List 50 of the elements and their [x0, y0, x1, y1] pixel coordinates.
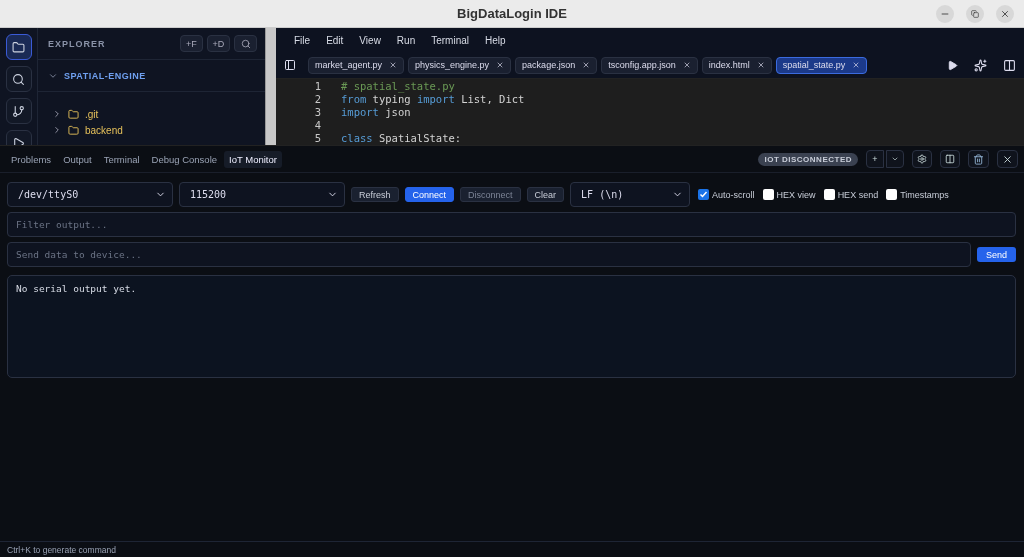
editor-tab[interactable]: spatial_state.py	[775, 56, 868, 74]
editor-tab[interactable]: market_agent.py	[308, 56, 405, 74]
panel-tab[interactable]: Debug Console	[146, 150, 223, 168]
project-name[interactable]: SPATIAL-ENGINE	[64, 70, 146, 81]
checkbox-label[interactable]: HEX send	[837, 189, 879, 200]
editor-tab[interactable]: index.html	[701, 56, 772, 74]
menu-item[interactable]: Terminal	[423, 34, 477, 46]
menu-item[interactable]: View	[351, 34, 389, 46]
baud-select[interactable]: 115200	[179, 182, 345, 207]
filter-field[interactable]: Filter output...	[7, 212, 1016, 237]
new-file-button[interactable]: +F	[180, 35, 203, 52]
menu-item[interactable]: File	[286, 34, 319, 46]
connection-status: IOT DISCONNECTED	[758, 152, 858, 166]
secondary-button[interactable]: Clear	[526, 187, 565, 202]
line-ending-select[interactable]: LF (\n)	[570, 182, 691, 207]
send-field[interactable]: Send data to device...	[7, 242, 971, 267]
send-button[interactable]: Send	[976, 247, 1016, 262]
port-select[interactable]: /dev/ttyS0	[7, 182, 173, 207]
menu-item[interactable]: Edit	[318, 34, 352, 46]
checkbox-label[interactable]: Auto-scroll	[712, 189, 755, 200]
explorer-title: EXPLORER	[48, 38, 107, 49]
status-hint: Ctrl+K to generate command	[7, 544, 116, 555]
line-number: 1	[313, 80, 321, 93]
editor-tab[interactable]: physics_engine.py	[408, 56, 512, 74]
panel-tab[interactable]: Output	[58, 150, 97, 168]
new-folder-button[interactable]: +D	[207, 35, 230, 52]
code-line: import json	[340, 106, 411, 119]
output-text: No serial output yet.	[16, 283, 137, 294]
add-button[interactable]: +	[866, 150, 884, 168]
code-line: # spatial_state.py	[340, 80, 455, 93]
secondary-button[interactable]: Refresh	[351, 187, 399, 202]
line-number: 3	[313, 106, 321, 119]
checkbox-label[interactable]: Timestamps	[900, 189, 949, 200]
panel-tab[interactable]: Terminal	[98, 150, 145, 168]
line-number: 4	[313, 119, 321, 132]
editor-tab[interactable]: package.json	[515, 56, 598, 74]
code-line: from typing import List, Dict	[340, 93, 525, 106]
panel-tab[interactable]: Problems	[6, 150, 57, 168]
window-title: BigDataLogin IDE	[457, 6, 567, 21]
folder-name[interactable]: backend	[85, 124, 123, 136]
line-number: 2	[313, 93, 321, 106]
line-number: 5	[313, 132, 321, 145]
panel-tab[interactable]: IoT Monitor	[224, 150, 282, 168]
folder-name[interactable]: .git	[85, 108, 99, 120]
editor-tab[interactable]: tsconfig.app.json	[601, 56, 698, 74]
checkbox-label[interactable]: HEX view	[776, 189, 816, 200]
primary-button[interactable]: Connect	[404, 187, 455, 202]
menu-item[interactable]: Run	[388, 34, 424, 46]
menu-item[interactable]: Help	[477, 34, 514, 46]
code-line: class SpatialState:	[340, 132, 462, 145]
